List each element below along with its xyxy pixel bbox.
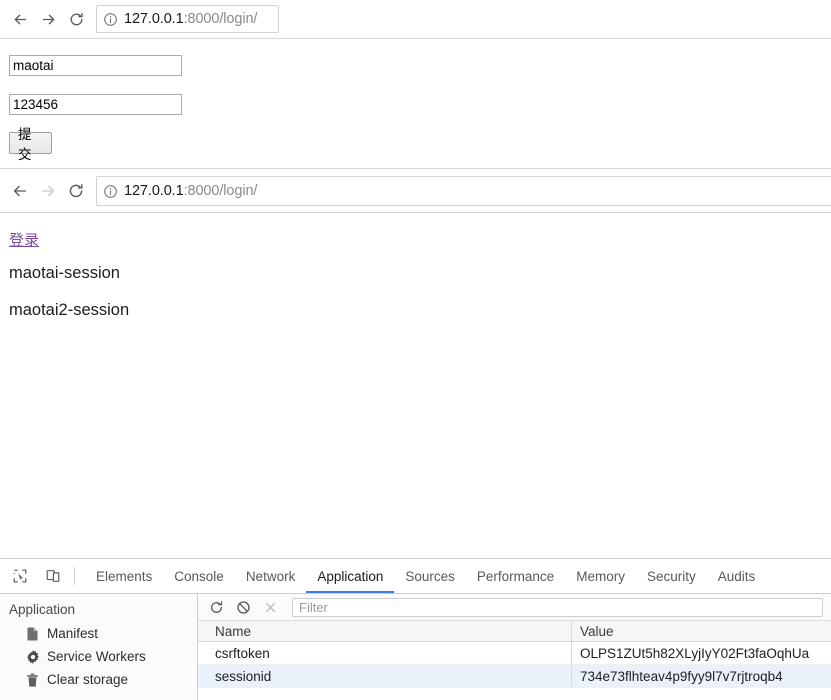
sidebar-item-clear-storage-label: Clear storage: [47, 672, 129, 687]
column-header-value[interactable]: Value: [572, 621, 831, 641]
tab-console[interactable]: Console: [163, 559, 235, 593]
toolbar-divider-1: [0, 38, 831, 39]
cookie-name: sessionid: [198, 665, 572, 687]
sidebar-item-clear-storage[interactable]: Clear storage: [0, 668, 197, 691]
url-host-1: 127.0.0.1: [124, 11, 184, 27]
cookies-table-header: Name Value: [198, 621, 831, 642]
url-path-2: :8000/login/: [183, 183, 258, 199]
sidebar-item-service-workers-label: Service Workers: [47, 649, 146, 664]
inspect-element-icon[interactable]: [6, 563, 33, 590]
cookies-table: Name Value csrftoken OLPS1ZUt5h82XLyjIyY…: [198, 621, 831, 688]
filter-input-placeholder: Filter: [299, 599, 328, 615]
back-arrow-icon[interactable]: [6, 177, 34, 205]
nav-buttons-2: [0, 177, 90, 205]
delete-selected-icon: [258, 595, 282, 619]
tab-sources-label: Sources: [405, 568, 455, 584]
sidebar-item-manifest-label: Manifest: [47, 626, 99, 641]
sidebar-section-application: Application: [9, 602, 76, 617]
cookie-value: 734e73flhteav4p9fyy9l7v7rjtroqb4: [580, 668, 783, 684]
sidebar-item-manifest[interactable]: Manifest: [0, 622, 197, 645]
cookies-toolbar: Filter: [198, 594, 831, 621]
forward-arrow-icon: [34, 177, 62, 205]
browser-toolbar-1: 127.0.0.1:8000/login/: [0, 0, 831, 38]
tab-memory[interactable]: Memory: [565, 559, 636, 593]
application-sidebar: Application Manifest Service Workers Cle…: [0, 594, 198, 700]
back-arrow-icon[interactable]: [6, 5, 34, 33]
manifest-document-icon: [25, 626, 40, 641]
address-bar-url-2: 127.0.0.1:8000/login/: [124, 183, 257, 199]
sidebar-item-service-workers[interactable]: Service Workers: [0, 645, 197, 668]
tab-network[interactable]: Network: [235, 559, 307, 593]
gear-icon: [25, 649, 40, 664]
tab-sources[interactable]: Sources: [394, 559, 466, 593]
window-divider: [0, 168, 831, 169]
session-line-2: maotai2-session: [9, 301, 130, 319]
page-info-icon[interactable]: [103, 184, 118, 199]
browser-toolbar-2: 127.0.0.1:8000/login/: [0, 170, 831, 212]
username-input-value: maotai: [13, 58, 54, 73]
clear-all-cookies-icon[interactable]: [231, 595, 255, 619]
devtools-body: Application Manifest Service Workers Cle…: [0, 594, 831, 700]
session-line-1: maotai-session: [9, 264, 120, 282]
tab-application-label: Application: [317, 568, 384, 584]
password-input[interactable]: 123456: [9, 94, 182, 115]
nav-buttons-1: [0, 5, 90, 33]
toolbar-divider-2: [0, 212, 831, 213]
username-input[interactable]: maotai: [9, 55, 182, 76]
address-bar-2[interactable]: 127.0.0.1:8000/login/: [96, 176, 831, 206]
login-link[interactable]: 登录: [9, 229, 39, 250]
toolbar-separator: [74, 567, 75, 585]
tab-elements-label: Elements: [96, 568, 153, 584]
forward-arrow-icon[interactable]: [34, 5, 62, 33]
tab-audits-label: Audits: [717, 568, 756, 584]
reload-icon[interactable]: [62, 5, 90, 33]
tab-security-label: Security: [646, 568, 696, 584]
submit-button-label: 提交: [18, 127, 32, 162]
cookie-value: OLPS1ZUt5h82XLyjIyY02Ft3faOqhUa: [580, 645, 810, 661]
devtools-tabbar: Elements Console Network Application Sou…: [0, 559, 831, 594]
trash-icon: [25, 672, 40, 687]
submit-button[interactable]: 提交: [9, 127, 52, 162]
tab-console-label: Console: [174, 568, 224, 584]
address-bar-1[interactable]: 127.0.0.1:8000/login/: [96, 5, 279, 33]
table-row[interactable]: csrftoken OLPS1ZUt5h82XLyjIyY02Ft3faOqhU…: [198, 642, 831, 665]
filter-input[interactable]: Filter: [292, 597, 823, 617]
url-host-2: 127.0.0.1: [124, 183, 184, 199]
device-toolbar-icon[interactable]: [39, 563, 66, 590]
screen-root: 127.0.0.1:8000/login/ maotai 123456 提交 1…: [0, 0, 831, 700]
devtools-panel: Elements Console Network Application Sou…: [0, 558, 831, 700]
tab-audits[interactable]: Audits: [707, 559, 767, 593]
password-input-value: 123456: [13, 97, 59, 112]
address-bar-url-1: 127.0.0.1:8000/login/: [124, 11, 257, 27]
refresh-icon[interactable]: [204, 595, 228, 619]
tab-performance[interactable]: Performance: [466, 559, 565, 593]
reload-icon[interactable]: [62, 177, 90, 205]
tab-performance-label: Performance: [476, 568, 555, 584]
tab-security[interactable]: Security: [636, 559, 707, 593]
cookies-panel: Filter Name Value csrftoken OLPS1ZUt5h82…: [198, 594, 831, 700]
table-row[interactable]: sessionid 734e73flhteav4p9fyy9l7v7rjtroq…: [198, 665, 831, 688]
tab-network-label: Network: [245, 568, 296, 584]
cookie-name: csrftoken: [198, 642, 572, 664]
page-info-icon[interactable]: [103, 12, 118, 27]
column-header-name[interactable]: Name: [198, 621, 572, 641]
tab-application[interactable]: Application: [306, 559, 394, 593]
tab-memory-label: Memory: [576, 568, 625, 584]
tab-elements[interactable]: Elements: [85, 559, 163, 593]
url-path-1: :8000/login/: [183, 11, 258, 27]
